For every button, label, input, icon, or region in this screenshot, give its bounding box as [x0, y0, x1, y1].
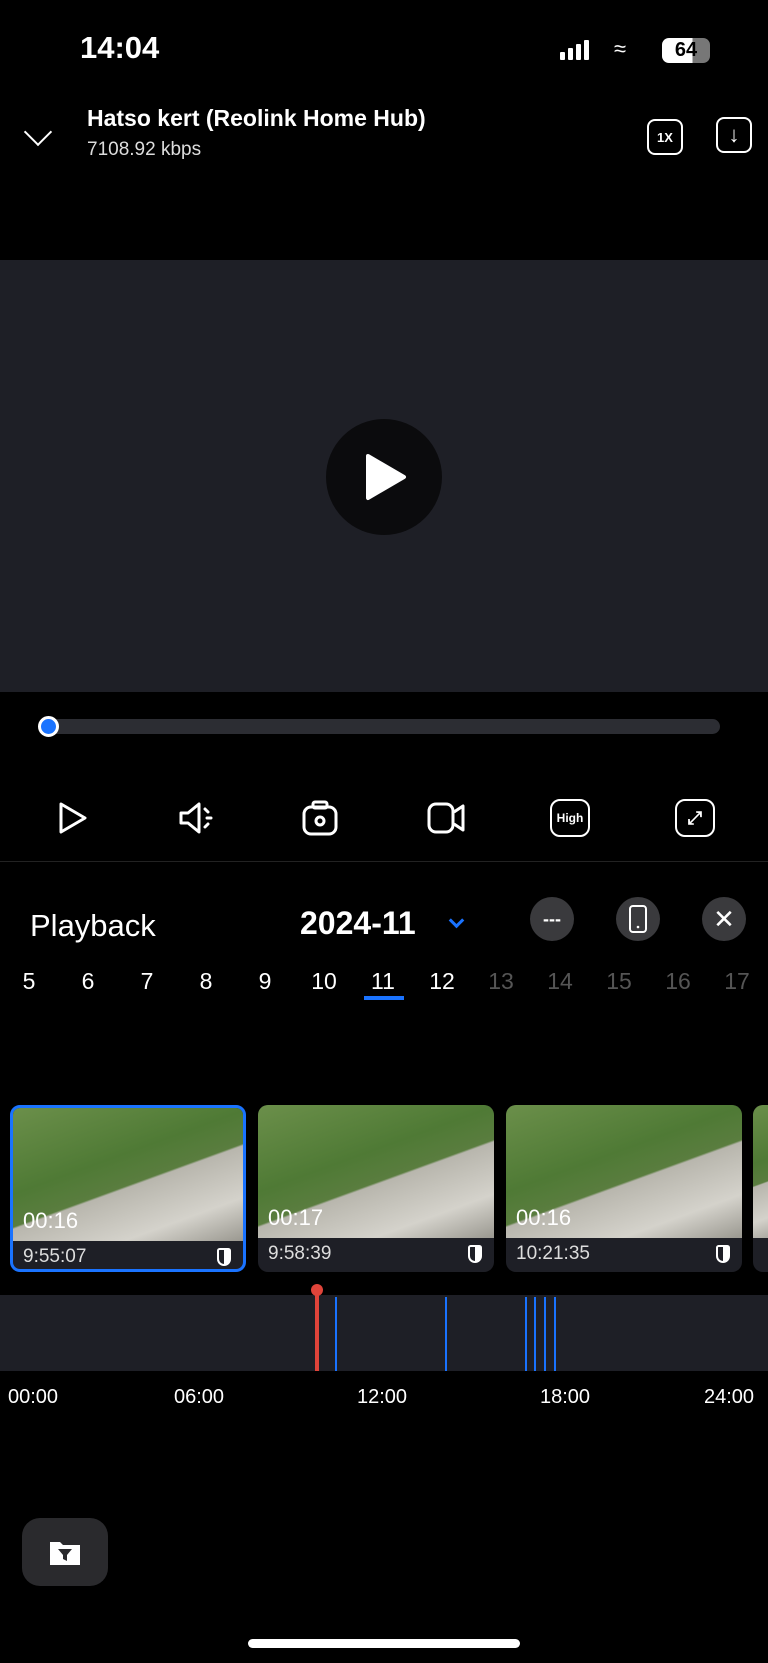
timeline-tick-label: 18:00 — [540, 1386, 591, 1408]
timeline-tick-label: 00:00 — [8, 1386, 59, 1408]
day-5[interactable]: 5 — [9, 968, 49, 995]
play-icon[interactable] — [50, 797, 92, 839]
clip-time: 9:58:39 — [268, 1243, 332, 1264]
more-label: --- — [543, 908, 561, 929]
selected-day-underline — [364, 996, 404, 1000]
storage-device-button[interactable] — [616, 897, 660, 941]
recording-event-marker — [544, 1297, 546, 1371]
playhead-cursor[interactable] — [315, 1290, 320, 1371]
speed-button[interactable]: 1X — [647, 119, 683, 155]
quality-button[interactable]: High — [550, 799, 590, 837]
progress-track[interactable] — [40, 719, 720, 734]
clip-card[interactable]: 00:16 9:55:07 — [10, 1105, 246, 1272]
progress-knob[interactable] — [38, 716, 59, 737]
timeline-tick-label: 24:00 — [704, 1386, 755, 1408]
home-indicator — [248, 1639, 520, 1648]
fullscreen-icon[interactable]: ⤢ — [675, 799, 715, 837]
recording-event-marker — [335, 1297, 338, 1371]
playback-title: Playback — [30, 908, 156, 943]
play-icon — [366, 454, 406, 500]
day-12[interactable]: 12 — [422, 968, 462, 995]
day-6[interactable]: 6 — [68, 968, 108, 995]
filter-folder-icon — [50, 1542, 80, 1565]
clip-duration: 00:16 — [23, 1208, 79, 1233]
day-11[interactable]: 11 — [363, 968, 403, 995]
day-9[interactable]: 9 — [245, 968, 285, 995]
day-15: 15 — [606, 968, 632, 994]
battery-indicator: 64 — [662, 38, 710, 63]
clip-card-partial[interactable] — [753, 1105, 768, 1272]
record-icon[interactable] — [425, 797, 467, 839]
month-chevron-icon[interactable] — [448, 912, 465, 929]
speed-label: 1X — [657, 129, 673, 145]
day-14: 14 — [547, 968, 573, 994]
timeline-tick-label: 12:00 — [357, 1386, 408, 1408]
clip-duration: 00:16 — [516, 1205, 572, 1230]
day-17: 17 — [724, 968, 750, 994]
status-time: 14:04 — [80, 30, 160, 65]
shield-icon — [468, 1245, 482, 1263]
close-icon: ✕ — [713, 903, 735, 934]
signal-icon — [560, 40, 589, 60]
filter-button[interactable] — [22, 1518, 108, 1586]
clip-card[interactable]: 00:17 9:58:39 — [258, 1105, 494, 1272]
collapse-chevron-icon[interactable] — [23, 117, 53, 147]
clip-time: 10:21:35 — [516, 1243, 590, 1264]
phone-icon — [629, 905, 647, 933]
timeline-tick-label: 06:00 — [174, 1386, 225, 1408]
recording-event-marker — [524, 1297, 527, 1371]
more-button[interactable]: --- — [530, 897, 574, 941]
battery-level: 64 — [674, 39, 698, 61]
snapshot-icon[interactable] — [299, 797, 341, 839]
clip-card[interactable]: 00:16 10:21:35 — [506, 1105, 742, 1272]
clip-duration: 00:17 — [268, 1205, 324, 1230]
day-8[interactable]: 8 — [186, 968, 226, 995]
day-10[interactable]: 10 — [304, 968, 344, 995]
wifi-icon: ≈ — [614, 36, 627, 61]
recording-event-marker — [444, 1297, 447, 1371]
timeline[interactable] — [0, 1295, 768, 1371]
shield-icon — [716, 1245, 730, 1263]
day-13: 13 — [488, 968, 514, 994]
day-7[interactable]: 7 — [127, 968, 167, 995]
clip-time: 9:55:07 — [23, 1246, 87, 1267]
play-button[interactable] — [326, 419, 442, 535]
recording-event-marker — [553, 1297, 556, 1371]
quality-label: High — [556, 811, 584, 825]
recording-event-marker — [534, 1297, 537, 1371]
speaker-icon[interactable] — [177, 797, 219, 839]
divider — [0, 861, 768, 862]
shield-icon — [217, 1248, 231, 1266]
bitrate: 7108.92 kbps — [87, 139, 202, 160]
camera-title: Hatso kert (Reolink Home Hub) — [87, 105, 426, 131]
download-icon[interactable]: ↓ — [716, 117, 752, 153]
month-selector[interactable]: 2024-11 — [300, 905, 416, 942]
close-button[interactable]: ✕ — [702, 897, 746, 941]
day-16: 16 — [665, 968, 691, 994]
